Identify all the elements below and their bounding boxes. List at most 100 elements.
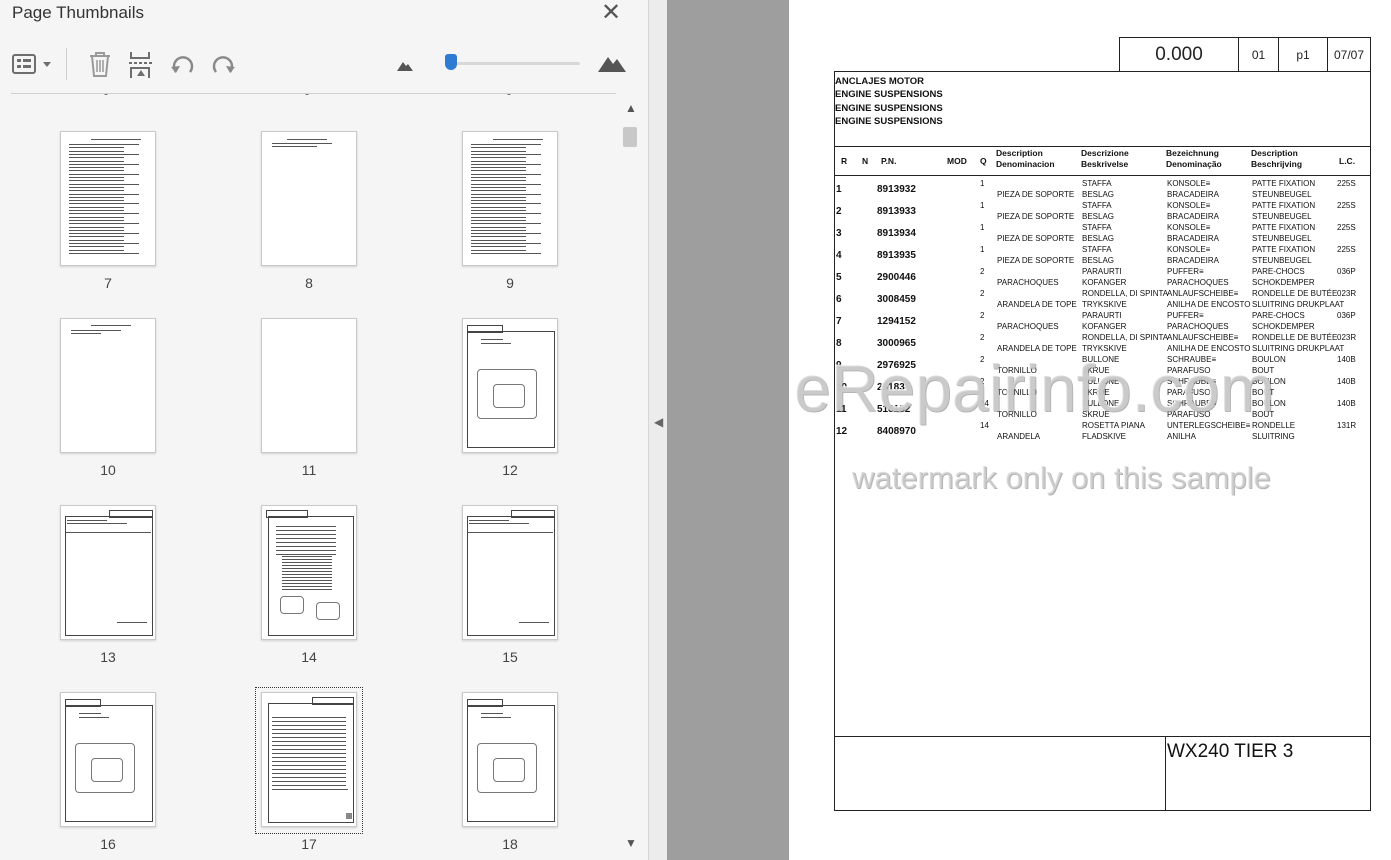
thumbnail-label: 8 xyxy=(305,275,313,291)
scroll-down-arrow-icon[interactable]: ▼ xyxy=(625,836,637,850)
thumb-mark xyxy=(272,143,332,144)
thumbnail-page-13[interactable] xyxy=(60,505,156,640)
row-d_es: PARACHOQUES xyxy=(997,278,1059,287)
row-nl: BOUT xyxy=(1252,410,1275,419)
thumbnail-label: 14 xyxy=(301,649,317,665)
row-pn: 1294152 xyxy=(877,316,916,327)
row-it: RONDELLA, DI SPINTA xyxy=(1082,289,1169,298)
thumb-mark xyxy=(282,589,332,590)
row-lc: 036P xyxy=(1337,311,1356,320)
col-n: N xyxy=(862,156,869,166)
header-date: 07/07 xyxy=(1327,37,1371,72)
thumb-mark xyxy=(91,758,123,782)
thumb-mark xyxy=(272,781,346,782)
thumbnail-page-11[interactable] xyxy=(261,318,357,453)
scroll-up-arrow-icon[interactable]: ▲ xyxy=(625,101,637,115)
thumbnail-page-10[interactable] xyxy=(60,318,156,453)
row-nl: BOUT xyxy=(1252,366,1275,375)
row-it: PARAURTI xyxy=(1082,311,1122,320)
row-pt: PARACHOQUES xyxy=(1167,322,1229,331)
thumb-mark xyxy=(471,190,526,192)
col-desc3: Bezeichnung Denominação xyxy=(1166,148,1222,169)
zoom-slider-track[interactable] xyxy=(446,62,580,65)
large-mountain-icon[interactable] xyxy=(597,53,627,78)
rotate-clockwise-icon[interactable] xyxy=(210,52,238,85)
thumb-mark xyxy=(471,167,526,169)
thumb-mark xyxy=(467,699,503,707)
row-d_es: PARACHOQUES xyxy=(997,322,1059,331)
row-pt: PARACHOQUES xyxy=(1167,278,1229,287)
row-q: 2 xyxy=(980,355,985,364)
thumbnail-page-8[interactable] xyxy=(261,131,357,266)
row-r: 12 xyxy=(836,426,848,437)
header-value: 0.000 xyxy=(1119,37,1239,72)
row-pt: BRACADEIRA xyxy=(1167,190,1220,199)
row-it: BULLONE xyxy=(1082,377,1120,386)
thumb-mark xyxy=(69,236,124,238)
trash-icon[interactable] xyxy=(87,50,113,83)
thumbnail-page-14[interactable] xyxy=(261,505,357,640)
options-menu-icon[interactable] xyxy=(12,54,56,81)
row-de: KONSOLE≡ xyxy=(1167,245,1211,254)
thumb-mark xyxy=(69,150,124,152)
thumbnail-page-12[interactable] xyxy=(462,318,558,453)
row-it: STAFFA xyxy=(1082,245,1112,254)
row-de: SCHRAUBE≡ xyxy=(1167,399,1217,408)
row-q: 14 xyxy=(980,421,989,430)
thumb-mark xyxy=(272,749,346,750)
thumb-mark xyxy=(471,157,526,159)
thumb-mark xyxy=(272,725,346,726)
thumb-mark xyxy=(69,200,124,202)
thumb-mark xyxy=(276,554,336,555)
row-nl: STEUNBEUGEL xyxy=(1252,234,1312,243)
thumbnail-page-15[interactable] xyxy=(462,505,558,640)
thumbnail-page-9[interactable] xyxy=(462,131,558,266)
thumb-mark xyxy=(471,144,541,145)
row-da: SKRUE xyxy=(1082,410,1110,419)
thumb-mark xyxy=(69,210,124,211)
thumbnail-label: 18 xyxy=(502,836,518,852)
thumb-mark xyxy=(471,153,541,155)
small-mountain-icon[interactable] xyxy=(396,58,414,77)
col-r: R xyxy=(841,156,848,166)
thumb-mark xyxy=(276,542,336,543)
thumbnail-label: 16 xyxy=(100,836,116,852)
thumb-mark xyxy=(67,523,127,524)
collapse-panel-arrow-icon[interactable]: ◀ xyxy=(654,415,663,429)
panel-splitter[interactable] xyxy=(649,0,667,860)
thumbnail-page-17[interactable] xyxy=(261,692,357,827)
thumb-mark xyxy=(272,717,346,718)
row-r: 5 xyxy=(836,272,842,283)
thumb-mark xyxy=(91,139,141,140)
row-de: PUFFER≡ xyxy=(1167,267,1204,276)
thumb-mark xyxy=(272,729,346,730)
thumb-mark xyxy=(71,330,121,331)
row-fr: RONDELLE DE BUTÉE xyxy=(1252,333,1338,342)
rotate-counterclockwise-icon[interactable] xyxy=(168,52,196,85)
row-r: 7 xyxy=(836,316,842,327)
row-da: SKRUE xyxy=(1082,366,1110,375)
header-section: 01 xyxy=(1238,37,1279,72)
model-label: WX240 TIER 3 xyxy=(1167,741,1294,762)
row-pt: ANILHA DE ENCOSTO xyxy=(1167,300,1251,309)
thumb-mark xyxy=(276,550,336,551)
row-d_es: PIEZA DE SOPORTE xyxy=(997,212,1075,221)
panel-scrollbar[interactable]: ▲ ▼ xyxy=(621,101,639,856)
row-lc: 036P xyxy=(1337,267,1356,276)
thumbnail-page-18[interactable] xyxy=(462,692,558,827)
thumb-mark xyxy=(69,226,124,228)
row-d_es: PIEZA DE SOPORTE xyxy=(997,234,1075,243)
close-icon[interactable]: ✕ xyxy=(601,1,621,25)
zoom-slider-knob[interactable] xyxy=(445,54,458,70)
extract-pages-icon[interactable] xyxy=(127,50,155,85)
thumb-mark xyxy=(272,733,346,734)
thumbnail-page-7[interactable] xyxy=(60,131,156,266)
thumb-mark xyxy=(471,200,526,202)
row-da: BESLAG xyxy=(1082,234,1115,243)
row-nl: SCHOKDEMPER xyxy=(1252,322,1315,331)
thumb-mark xyxy=(471,196,526,198)
title-en-1: ENGINE SUSPENSIONS xyxy=(835,89,943,100)
scroll-thumb[interactable] xyxy=(623,127,637,147)
thumb-mark xyxy=(69,170,124,172)
thumbnail-page-16[interactable] xyxy=(60,692,156,827)
